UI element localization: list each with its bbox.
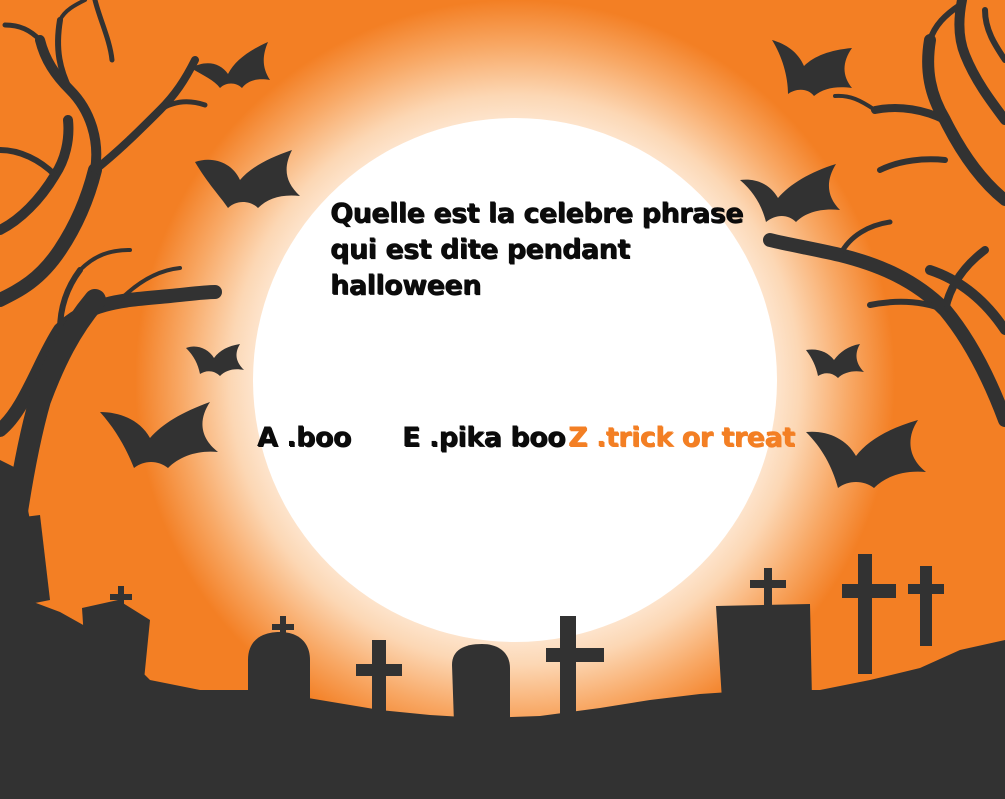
quiz-question: Quelle est la celebre phrase qui est dit…	[330, 196, 743, 304]
halloween-scene	[0, 0, 1005, 799]
question-line: Quelle est la celebre phrase	[330, 198, 743, 229]
halloween-quiz-slide: Quelle est la celebre phrase qui est dit…	[0, 0, 1005, 799]
question-line: halloween	[330, 270, 481, 301]
answer-option-e[interactable]: E .pika boo	[402, 420, 566, 456]
tombstone-tall-rounded	[452, 644, 510, 752]
answer-option-a[interactable]: A .boo	[257, 420, 351, 456]
answer-option-z[interactable]: Z .trick or treat	[568, 420, 795, 456]
question-line: qui est dite pendant	[330, 234, 630, 265]
